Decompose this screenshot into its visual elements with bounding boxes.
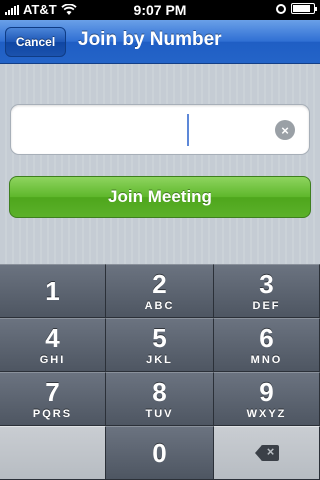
status-right (276, 3, 317, 14)
key-5[interactable]: 5 JKL (106, 318, 214, 372)
join-form: × Join Meeting (0, 64, 320, 264)
battery-icon (291, 3, 317, 14)
key-9[interactable]: 9 WXYZ (214, 372, 320, 426)
key-2[interactable]: 2 ABC (106, 264, 214, 318)
key-blank (0, 426, 106, 480)
key-letters: DEF (252, 299, 281, 312)
key-digit: 0 (152, 438, 167, 468)
key-letters: TUV (145, 407, 174, 420)
text-cursor (187, 114, 189, 146)
clear-icon[interactable]: × (275, 120, 295, 140)
join-meeting-button[interactable]: Join Meeting (9, 176, 311, 218)
key-letters: JKL (146, 353, 173, 366)
key-digit: 9 (259, 376, 274, 407)
key-0[interactable]: 0 (106, 426, 214, 480)
key-letters: MNO (250, 353, 283, 366)
key-digit: 8 (152, 376, 167, 407)
key-letters: GHI (39, 353, 66, 366)
meeting-number-input[interactable]: × (10, 104, 310, 155)
numeric-keypad: 1 2 ABC 3 DEF 4 GHI 5 JKL 6 MNO 7 PQRS 8 TUV 9W… (0, 264, 320, 480)
key-digit: 5 (152, 322, 167, 353)
key-digit: 7 (45, 376, 60, 407)
key-letters: ABC (144, 299, 175, 312)
page-title: Join by Number (78, 29, 222, 50)
key-digit: 3 (259, 268, 274, 299)
key-3[interactable]: 3 DEF (214, 264, 320, 318)
cancel-button[interactable]: Cancel (5, 27, 66, 57)
battery-fill (293, 5, 310, 12)
key-digit: 4 (45, 322, 60, 353)
status-bar: AT&T 9:07 PM (0, 0, 320, 20)
key-letters: WXYZ (246, 407, 287, 420)
delete-key[interactable]: × (214, 426, 320, 480)
alarm-icon (276, 3, 286, 14)
key-1[interactable]: 1 (0, 264, 106, 318)
backspace-icon: × (254, 444, 279, 461)
key-6[interactable]: 6 MNO (214, 318, 320, 372)
key-digit: 1 (45, 276, 60, 306)
key-letters: PQRS (32, 407, 73, 420)
key-4[interactable]: 4 GHI (0, 318, 106, 372)
key-digit: 6 (259, 322, 274, 353)
key-7[interactable]: 7 PQRS (0, 372, 106, 426)
key-digit: 2 (152, 268, 167, 299)
key-8[interactable]: 8 TUV (106, 372, 214, 426)
status-time: 9:07 PM (133, 2, 187, 18)
navigation-bar: Cancel Join by Number (0, 20, 320, 64)
